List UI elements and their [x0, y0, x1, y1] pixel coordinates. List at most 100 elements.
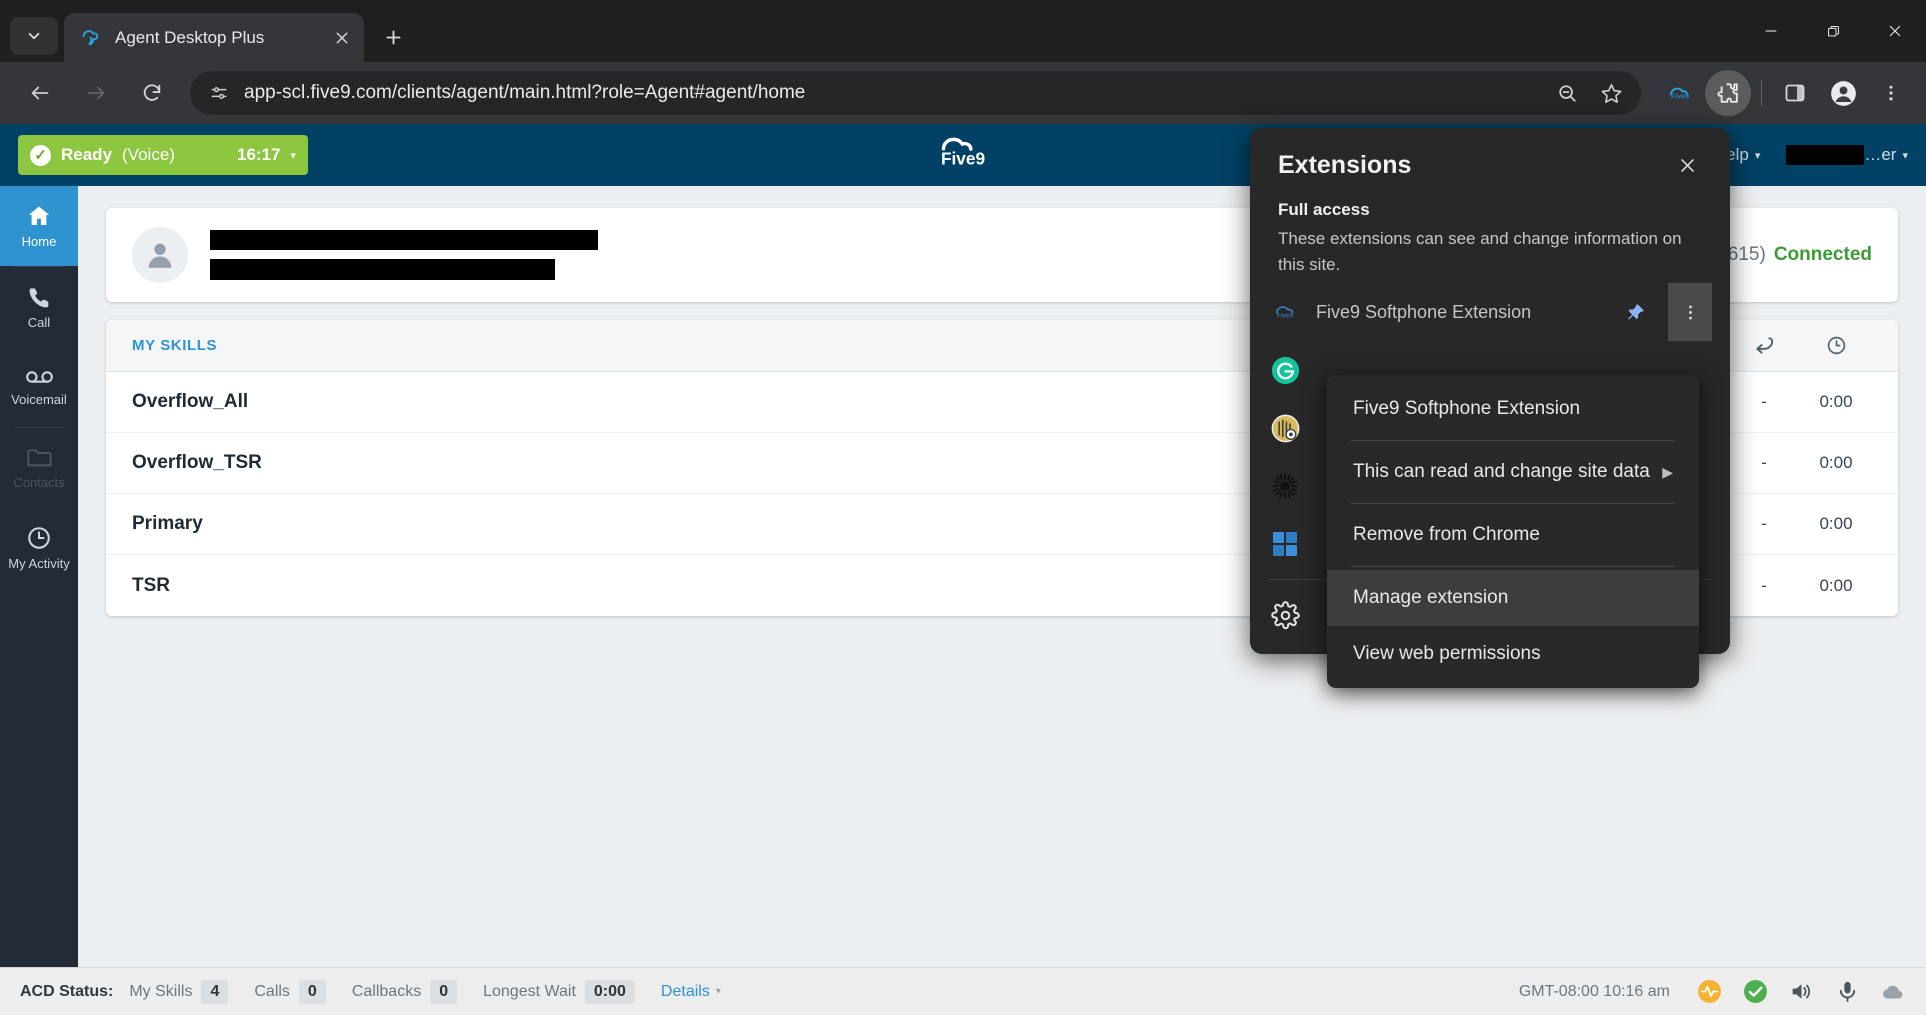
metric-value: 0 — [430, 979, 458, 1004]
acd-details-button[interactable]: Details ▾ — [661, 983, 721, 1001]
context-menu-item-manage[interactable]: Manage extension — [1327, 570, 1699, 626]
caret-right-icon: ▶ — [1662, 463, 1673, 480]
context-menu-item-extension-name[interactable]: Five9 Softphone Extension — [1327, 381, 1699, 437]
menu-divider — [1351, 566, 1675, 567]
blue-grid-icon — [1270, 529, 1300, 559]
metric-label: Longest Wait — [483, 982, 576, 1000]
full-access-section: Full access These extensions can see and… — [1250, 184, 1730, 283]
address-bar[interactable]: app-scl.five9.com/clients/agent/main.htm… — [190, 71, 1641, 115]
five9-favicon — [79, 27, 101, 49]
pulse-activity-icon[interactable] — [1696, 979, 1722, 1005]
gold-circuit-icon — [1270, 413, 1300, 443]
browser-tab[interactable]: Agent Desktop Plus — [64, 13, 364, 62]
grammarly-g-icon — [1270, 355, 1300, 385]
reload-icon[interactable] — [130, 71, 174, 115]
redacted-agent-detail — [210, 259, 555, 280]
minimize-icon[interactable] — [1740, 5, 1802, 57]
back-arrow-icon[interactable] — [18, 71, 62, 115]
svg-text:Five9: Five9 — [1671, 92, 1689, 100]
zoom-out-icon[interactable] — [1547, 73, 1587, 113]
details-label: Details — [660, 982, 710, 1000]
new-tab-icon[interactable] — [372, 16, 414, 58]
menu-item-label: View web permissions — [1353, 643, 1541, 664]
close-icon[interactable] — [1670, 148, 1704, 182]
caret-down-icon[interactable]: ▾ — [290, 149, 296, 162]
skill-values: - 0:00 — [1728, 392, 1872, 412]
profile-avatar-icon[interactable] — [1820, 70, 1866, 116]
sidebar-item-voicemail[interactable]: Voicemail — [0, 347, 78, 427]
menu-item-label: This can read and change site data — [1353, 461, 1650, 482]
context-menu-item-site-access[interactable]: This can read and change site data ▶ — [1327, 444, 1699, 500]
skill-name: Primary — [132, 513, 203, 534]
home-icon — [28, 206, 50, 225]
extension-item-five9[interactable]: Five9 Five9 Softphone Extension — [1250, 283, 1730, 341]
skill-wait: 0:00 — [1819, 575, 1853, 595]
sidebar-item-contacts: Contacts — [0, 428, 78, 508]
voicemail-icon — [25, 371, 53, 383]
three-dot-menu-icon[interactable] — [1868, 70, 1914, 116]
menu-divider — [1351, 440, 1675, 441]
agent-status-pill[interactable]: ✓ Ready (Voice) 16:17 ▾ — [18, 135, 308, 175]
metric-label: My Skills — [129, 982, 193, 1000]
tab-strip: Agent Desktop Plus — [0, 0, 1926, 62]
menu-divider — [1351, 503, 1675, 504]
check-circle-icon: ✓ — [30, 144, 51, 166]
connection-status: 615) Connected — [1728, 244, 1872, 266]
tab-title: Agent Desktop Plus — [115, 27, 265, 47]
sidebar-item-label: My Activity — [8, 556, 70, 571]
full-access-title: Full access — [1278, 200, 1370, 219]
sidebar-item-call[interactable]: Call — [0, 267, 78, 347]
tab-search-icon[interactable] — [10, 17, 58, 55]
restore-icon[interactable] — [1802, 5, 1864, 57]
extension-name: Five9 Softphone Extension — [1316, 301, 1532, 322]
acd-timestamp: GMT-08:00 10:16 am — [1518, 982, 1670, 1000]
skill-callbacks: - — [1761, 575, 1767, 595]
cloud-icon[interactable] — [1880, 979, 1906, 1005]
side-panel-icon[interactable] — [1772, 70, 1818, 116]
forward-arrow-icon[interactable] — [74, 71, 118, 115]
skill-wait: 0:00 — [1819, 453, 1853, 472]
toolbar-divider — [1761, 80, 1762, 106]
acd-tray: GMT-08:00 10:16 am — [1519, 979, 1906, 1005]
redacted-username — [1786, 145, 1865, 165]
tune-site-settings-icon[interactable] — [202, 76, 236, 110]
skills-column-headers — [1728, 334, 1872, 357]
sidebar-item-label: Voicemail — [11, 392, 67, 407]
tab-close-icon[interactable] — [328, 24, 356, 52]
sidebar-item-my-activity[interactable]: My Activity — [0, 508, 78, 588]
connection-number: 615) — [1727, 244, 1766, 265]
avatar — [132, 227, 188, 283]
speaker-icon[interactable] — [1788, 979, 1814, 1005]
url-text: app-scl.five9.com/clients/agent/main.htm… — [244, 82, 806, 103]
check-circle-icon[interactable] — [1742, 979, 1768, 1005]
acd-status-bar: ACD Status: My Skills 4 Calls 0 Callback… — [0, 967, 1926, 1015]
caret-down-icon: ▾ — [1902, 149, 1908, 162]
sidebar-item-label: Contacts — [13, 475, 65, 490]
pin-icon[interactable] — [1618, 295, 1652, 329]
star-icon[interactable] — [1591, 73, 1631, 113]
skill-name: TSR — [132, 574, 170, 596]
acd-metric-my-skills: My Skills 4 — [129, 979, 229, 1004]
sidebar-item-label: Call — [27, 314, 51, 330]
page-title: MY SKILLS — [132, 337, 218, 354]
user-label: …er — [1864, 145, 1897, 164]
callback-loop-icon — [1728, 334, 1800, 357]
user-menu[interactable]: …er ▾ — [1786, 145, 1908, 165]
microphone-icon[interactable] — [1834, 979, 1860, 1005]
browser-toolbar: app-scl.five9.com/clients/agent/main.htm… — [0, 62, 1926, 124]
acd-metric-longest-wait: Longest Wait 0:00 — [483, 979, 635, 1004]
status-timer: 16:17 — [236, 145, 281, 164]
sidebar-item-home[interactable]: Home — [0, 186, 78, 266]
five9-cloud-icon[interactable]: Five9 — [1657, 70, 1703, 116]
three-dot-menu-icon[interactable] — [1668, 283, 1712, 341]
skill-values: - 0:00 — [1728, 453, 1872, 473]
context-menu-item-permissions[interactable]: View web permissions — [1327, 626, 1699, 682]
context-menu-item-remove[interactable]: Remove from Chrome — [1327, 507, 1699, 563]
window-controls — [1740, 0, 1926, 62]
close-icon[interactable] — [1864, 5, 1926, 57]
skill-wait: 0:00 — [1819, 392, 1853, 411]
extensions-puzzle-icon[interactable] — [1705, 70, 1751, 116]
skill-callbacks: - — [1761, 514, 1767, 533]
skill-name: Overflow_TSR — [132, 452, 262, 473]
metric-value: 0:00 — [584, 979, 635, 1004]
